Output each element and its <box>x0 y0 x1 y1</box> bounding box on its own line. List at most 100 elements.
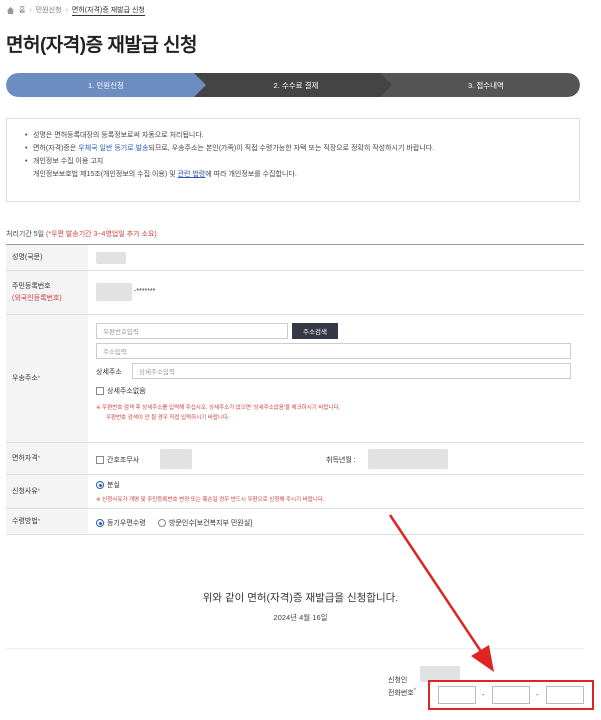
annotation-highlight-box <box>428 680 594 710</box>
label-text: 성명(국문) <box>12 253 43 261</box>
radio-label: 방문인수[보건복지부 민원실] <box>169 520 253 527</box>
notice-text: 개인정보 수집 이용 고지 <box>33 158 104 165</box>
processing-period: 처리기간 5일 (*우편 발송기간 3~4영업일 추가 소요) <box>6 229 157 239</box>
redacted-rrn <box>96 283 132 301</box>
related-law-link[interactable]: 관련 법령 <box>178 171 206 178</box>
notice-text: 에 따라 개인정보를 수집합니다. <box>205 171 297 178</box>
notice-item: 개인정보 수집 이용 고지 <box>25 155 579 168</box>
name-label: 성명(국문) <box>6 245 88 270</box>
no-detail-checkbox[interactable]: 상세주소없음 <box>96 386 146 396</box>
notice-text: 되므로, 우송주소는 본인(가족)이 직접 수령가능한 자택 또는 직장으로 정… <box>148 145 435 152</box>
applicant-label: 신청인 <box>388 677 408 684</box>
warning-text: 우편번호 검색이 안 될 경우 직접 입력하시기 바랍니다. <box>106 415 230 421</box>
breadcrumb-home[interactable]: 홈 <box>19 5 25 15</box>
step-1: 1. 민원신청 <box>6 73 206 97</box>
checkbox-box[interactable] <box>96 456 104 464</box>
page-title: 면허(자격)증 재발급 신청 <box>6 35 198 56</box>
rrn-value: -******* <box>88 271 584 314</box>
radio-button[interactable] <box>96 519 104 527</box>
label-text: 전화번호 <box>388 690 414 697</box>
license-value: 간호조무사 취득년월 : <box>88 443 584 474</box>
redacted-license <box>160 449 192 469</box>
notice-text: 개인정보보호법 제15조(개인정보의 수집 이용) 및 <box>33 171 178 178</box>
checkbox-box[interactable] <box>96 387 104 395</box>
notice-box: 성명은 면허등록대장의 등록정보로써 자동으로 처리됩니다. 면허(자격)증은 … <box>6 118 580 202</box>
step-label: 3. 접수내역 <box>468 80 504 90</box>
redacted-name <box>96 252 126 264</box>
name-value <box>88 245 584 270</box>
receive-radio-mail[interactable]: 등기우편수령 <box>96 518 146 528</box>
warning-text: ※ 우편번호 검색 후 상세주소를 입력해 주십시오. 상세주소가 없으면 '상… <box>96 405 341 411</box>
rrn-label: 주민등록번호 (외국인등록번호) <box>6 271 88 314</box>
label-text: 면허자격 <box>12 454 38 462</box>
notice-text: 성명은 면허등록대장의 등록정보로써 자동으로 처리됩니다. <box>33 132 204 139</box>
notice-subtext: 개인정보보호법 제15조(개인정보의 수집 이용) 및 관련 법령에 따라 개인… <box>25 168 579 181</box>
button-label: 주소검색 <box>303 329 327 336</box>
rrn-masked: -******* <box>134 288 156 295</box>
zip-placeholder: 우편번호입력 <box>103 329 139 336</box>
period-text: 처리기간 5일 <box>6 231 46 238</box>
breadcrumb-current: 면허(자격)증 재발급 신청 <box>71 6 145 16</box>
breadcrumb-level1[interactable]: 민원신청 <box>36 5 62 15</box>
step-3: 3. 접수내역 <box>378 73 580 97</box>
radio-label: 분실 <box>107 482 120 489</box>
progress-steps: 1. 민원신청 2. 수수료 결제 3. 접수내역 <box>6 73 580 97</box>
radio-button[interactable] <box>158 519 166 527</box>
checkbox-label: 상세주소없음 <box>107 388 146 395</box>
radio-button[interactable] <box>96 481 104 489</box>
step-2: 2. 수수료 결제 <box>192 73 392 97</box>
zip-input[interactable]: 우편번호입력 <box>96 323 288 339</box>
notice-text: 면허(자격)증은 <box>33 145 79 152</box>
notice-item: 면허(자격)증은 우체국 일반 등기로 발송되므로, 우송주소는 본인(가족)이… <box>25 142 579 155</box>
required-mark: * <box>37 488 41 495</box>
redacted-acquired-date <box>368 449 448 469</box>
receive-radio-visit[interactable]: 방문인수[보건복지부 민원실] <box>158 518 252 528</box>
reason-label: 신청사유* <box>6 475 88 508</box>
home-icon[interactable] <box>6 6 15 15</box>
address-search-button[interactable]: 주소검색 <box>292 323 338 339</box>
reason-radio-lost[interactable]: 분실 <box>96 480 120 490</box>
address-warning: ※ 우편번호 검색 후 상세주소를 입력해 주십시오. 상세주소가 없으면 '상… <box>96 403 340 423</box>
license-label: 면허자격* <box>6 443 88 474</box>
address-placeholder: 주소입력 <box>103 349 127 356</box>
address-label: 우송주소* <box>6 315 88 442</box>
breadcrumb: 홈 › 민원신청 › 면허(자격)증 재발급 신청 <box>6 4 145 16</box>
label-text: 우송주소 <box>12 374 38 382</box>
label-subtext: (외국인등록번호) <box>12 294 62 302</box>
notice-highlight: 우체국 일반 등기로 발송 <box>78 145 149 152</box>
address-value: 우편번호입력 주소검색 주소입력 상세주소 상세주소입력 상세주소없음 ※ 우편… <box>88 315 584 442</box>
required-mark: * <box>413 688 417 694</box>
divider <box>6 648 584 649</box>
step-label: 1. 민원신청 <box>88 80 124 90</box>
arrow-shaft <box>388 514 486 657</box>
required-mark: * <box>37 518 41 525</box>
radio-label: 등기우편수령 <box>107 520 146 527</box>
phone-label: 전화번호* <box>388 688 416 698</box>
detail-address-input[interactable]: 상세주소입력 <box>132 363 571 379</box>
label-text: 수령방법 <box>12 517 38 525</box>
confirmation-text: 위와 같이 면허(자격)증 재발급을 신청합니다. <box>202 592 399 604</box>
license-checkbox[interactable]: 간호조무사 <box>96 455 139 465</box>
row-name: 성명(국문) <box>6 245 584 271</box>
detail-address-label: 상세주소 <box>96 369 122 376</box>
application-form: 성명(국문) 주민등록번호 (외국인등록번호) -******* 우송주소* 우… <box>6 244 584 535</box>
label-text: 신청사유 <box>12 487 38 495</box>
acquired-date-label: 취득년월 : <box>326 457 356 464</box>
row-rrn: 주민등록번호 (외국인등록번호) -******* <box>6 271 584 315</box>
checkbox-label: 간호조무사 <box>107 457 140 464</box>
reason-warning: ※ 신청사유가 개명 및 주민등록번호 변경 또는 훼손일 경우 반드시 우편으… <box>96 497 325 503</box>
arrow-head <box>471 645 494 672</box>
receive-label: 수령방법* <box>6 509 88 534</box>
application-date: 2024년 4월 16일 <box>273 613 328 622</box>
row-license: 면허자격* 간호조무사 취득년월 : <box>6 443 584 475</box>
period-note: (*우편 발송기간 3~4영업일 추가 소요) <box>45 231 157 238</box>
label-text: 주민등록번호 <box>12 282 51 290</box>
step-label: 2. 수수료 결제 <box>273 80 319 90</box>
row-receive: 수령방법* 등기우편수령 방문인수[보건복지부 민원실] <box>6 509 584 535</box>
reason-value: 분실 ※ 신청사유가 개명 및 주민등록번호 변경 또는 훼손일 경우 반드시 … <box>88 475 584 508</box>
required-mark: * <box>37 375 41 382</box>
receive-value: 등기우편수령 방문인수[보건복지부 민원실] <box>88 509 584 534</box>
address-input[interactable]: 주소입력 <box>96 343 571 359</box>
row-reason: 신청사유* 분실 ※ 신청사유가 개명 및 주민등록번호 변경 또는 훼손일 경… <box>6 475 584 509</box>
detail-placeholder: 상세주소입력 <box>139 369 175 376</box>
